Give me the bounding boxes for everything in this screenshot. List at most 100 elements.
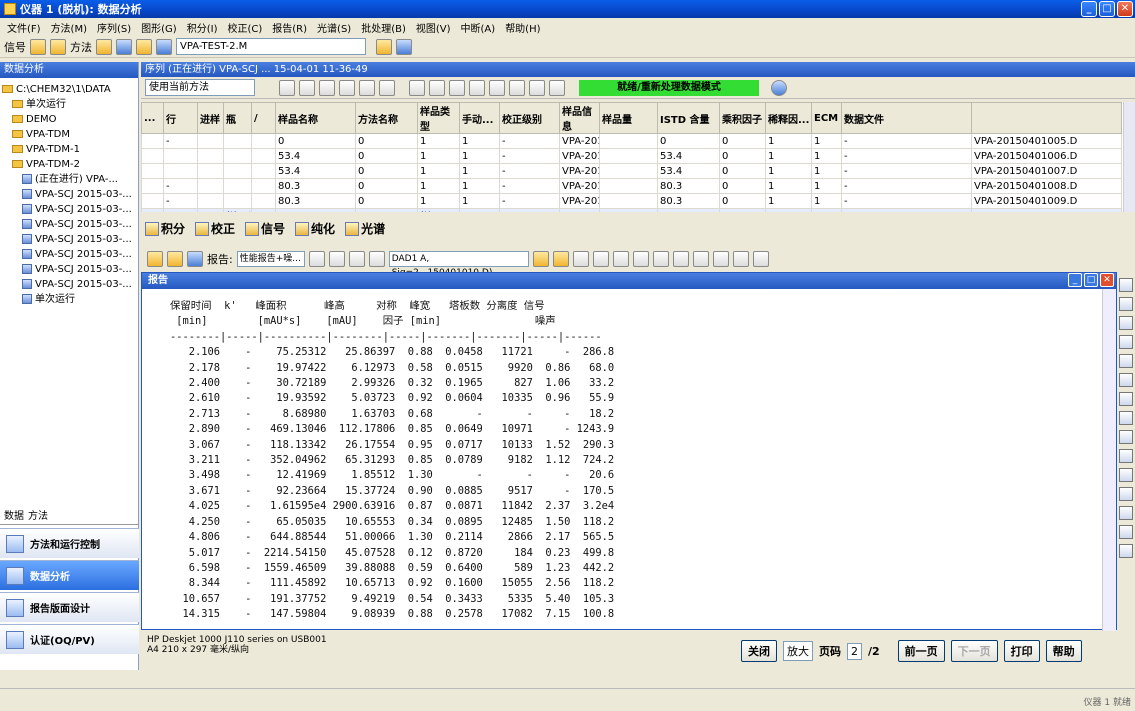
next-page-button[interactable]: 下一页 — [950, 640, 998, 662]
signal2-icon[interactable] — [50, 38, 66, 55]
table-icon[interactable] — [376, 38, 392, 55]
line-tool-icon[interactable] — [1119, 506, 1133, 520]
tree-item[interactable]: VPA-TDM-1 — [2, 142, 136, 157]
report-scrollbar[interactable] — [1102, 289, 1116, 631]
tab-signal[interactable]: 信号 — [245, 220, 285, 237]
method-select[interactable]: 使用当前方法 — [145, 79, 255, 96]
report-close-button[interactable]: ✕ — [1100, 273, 1114, 287]
copy-icon[interactable] — [308, 251, 325, 267]
next-icon[interactable] — [359, 79, 375, 96]
column-header[interactable]: 校正级别 — [499, 102, 560, 134]
tree-item[interactable]: VPA-SCJ 2015-03-... — [2, 187, 136, 202]
nav-method-run[interactable]: 方法和运行控制 — [0, 528, 139, 558]
menu-item[interactable]: 图形(G) — [136, 20, 182, 35]
report-style-select[interactable]: 性能报告+噪... — [236, 251, 305, 267]
save-icon[interactable] — [116, 38, 132, 55]
zoom-select[interactable]: 放大 — [783, 641, 813, 661]
nav-verification[interactable]: 认证(OQ/PV) — [0, 624, 139, 654]
tree-item[interactable]: VPA-TDM-2 — [2, 157, 136, 172]
chroma-tool-icon[interactable] — [1119, 468, 1133, 482]
zoom-in-icon[interactable] — [552, 251, 569, 267]
table-row[interactable]: -0011-VPA-20150401005.D0011-VPA-20150401… — [141, 133, 1122, 149]
pause-icon[interactable] — [379, 79, 395, 96]
print-icon[interactable] — [469, 79, 485, 96]
home-tool-icon[interactable] — [1119, 411, 1133, 425]
chart-tool-icon[interactable] — [1119, 373, 1133, 387]
column-header[interactable]: 行 — [163, 102, 198, 134]
menu-item[interactable]: 帮助(H) — [500, 20, 545, 35]
tree-item[interactable]: 单次运行 — [2, 97, 136, 112]
first-icon[interactable] — [279, 79, 295, 96]
image-tool-icon[interactable] — [1119, 392, 1133, 406]
peak-icon[interactable] — [632, 251, 649, 267]
column-header[interactable]: 样品名称 — [275, 102, 356, 134]
tree-item[interactable]: VPA-SCJ 2015-03-... — [2, 262, 136, 277]
color-tool-icon[interactable] — [1119, 354, 1133, 368]
tree-item[interactable]: C:\CHEM32\1\DATA — [2, 82, 136, 97]
forward-icon[interactable] — [339, 79, 355, 96]
column-header[interactable]: 数据文件 — [841, 102, 972, 134]
column-header[interactable]: 瓶 — [223, 102, 252, 134]
tab-data[interactable]: 数据 — [4, 507, 24, 524]
menu-item[interactable]: 序列(S) — [92, 20, 136, 35]
graph-tool-icon[interactable] — [1119, 449, 1133, 463]
column-header[interactable]: 样品类型 — [417, 102, 460, 134]
text2-tool-icon[interactable] — [1119, 297, 1133, 311]
report-tool2-icon[interactable] — [167, 251, 183, 267]
table-tool-icon[interactable] — [1119, 430, 1133, 444]
close-report-button[interactable]: 关闭 — [741, 640, 777, 662]
menu-item[interactable]: 光谱(S) — [312, 20, 356, 35]
column-header[interactable]: 稀释因... — [765, 102, 812, 134]
tab-calibration[interactable]: 校正 — [195, 220, 235, 237]
column-header[interactable]: 样品信息 — [559, 102, 600, 134]
minimize-button[interactable]: _ — [1081, 1, 1097, 17]
menu-item[interactable]: 中断(A) — [456, 20, 501, 35]
delete-peak-icon[interactable] — [692, 251, 709, 267]
tab-purity[interactable]: 纯化 — [295, 220, 335, 237]
tree-item[interactable]: VPA-SCJ 2015-03-... — [2, 232, 136, 247]
text-tool-icon[interactable] — [1119, 278, 1133, 292]
table-row[interactable]: 53.4011-VPA-20150401007.D53.4011-VPA-201… — [141, 163, 1122, 179]
tree-item[interactable]: (正在进行) VPA-... — [2, 172, 136, 187]
printer-tool-icon[interactable] — [1119, 525, 1133, 539]
selected-table-row[interactable]: 61样品瓶 6VPA-S5-75:25VPA-TEST-2.M样品-106.70… — [141, 208, 1122, 212]
book-icon[interactable] — [156, 38, 172, 55]
help-icon[interactable] — [771, 79, 787, 96]
tab-integration[interactable]: 积分 — [145, 220, 185, 237]
arrow-icon[interactable] — [509, 79, 525, 96]
tree-item[interactable]: VPA-SCJ 2015-03-... — [2, 277, 136, 292]
column-header[interactable]: 乘积因子 — [719, 102, 766, 134]
method-file-field[interactable]: VPA-TEST-2.M — [176, 38, 366, 55]
grid-icon[interactable] — [409, 79, 425, 96]
tab-spectrum[interactable]: 光谱 — [345, 220, 385, 237]
menu-item[interactable]: 报告(R) — [267, 20, 312, 35]
tree-item[interactable]: 单次运行 — [2, 292, 136, 307]
back-icon[interactable] — [319, 79, 335, 96]
column-header[interactable]: ... — [141, 102, 164, 134]
report-tool1-icon[interactable] — [147, 251, 163, 267]
table-scrollbar[interactable] — [1123, 102, 1135, 212]
peak3-icon[interactable] — [672, 251, 689, 267]
column-header[interactable]: 手动... — [459, 102, 500, 134]
tree-item[interactable]: VPA-SCJ 2015-03-... — [2, 202, 136, 217]
print-button[interactable]: 打印 — [1003, 640, 1040, 662]
tree-item[interactable]: DEMO — [2, 112, 136, 127]
preview-icon[interactable] — [328, 251, 345, 267]
open-method-icon[interactable] — [96, 38, 112, 55]
tab-method[interactable]: 方法 — [28, 507, 48, 524]
page-select[interactable]: 2 — [847, 642, 862, 660]
run-icon[interactable] — [396, 38, 412, 55]
table-row[interactable]: -80.3011-VPA-20150401009.D80.3011-VPA-20… — [141, 193, 1122, 209]
report-maximize-button[interactable]: □ — [1084, 273, 1098, 287]
menu-item[interactable]: 校正(C) — [222, 20, 267, 35]
nav-data-analysis[interactable]: 数据分析 — [0, 560, 139, 590]
nav-report-layout[interactable]: 报告版面设计 — [0, 592, 139, 622]
peak2-icon[interactable] — [652, 251, 669, 267]
signal-icon[interactable] — [30, 38, 46, 55]
pointer-icon[interactable] — [592, 251, 609, 267]
undo-icon[interactable] — [752, 251, 769, 267]
column-header[interactable]: 方法名称 — [355, 102, 418, 134]
report-print-icon[interactable] — [348, 251, 365, 267]
arrow-tool-icon[interactable] — [1119, 316, 1133, 330]
menu-item[interactable]: 批处理(B) — [356, 20, 411, 35]
